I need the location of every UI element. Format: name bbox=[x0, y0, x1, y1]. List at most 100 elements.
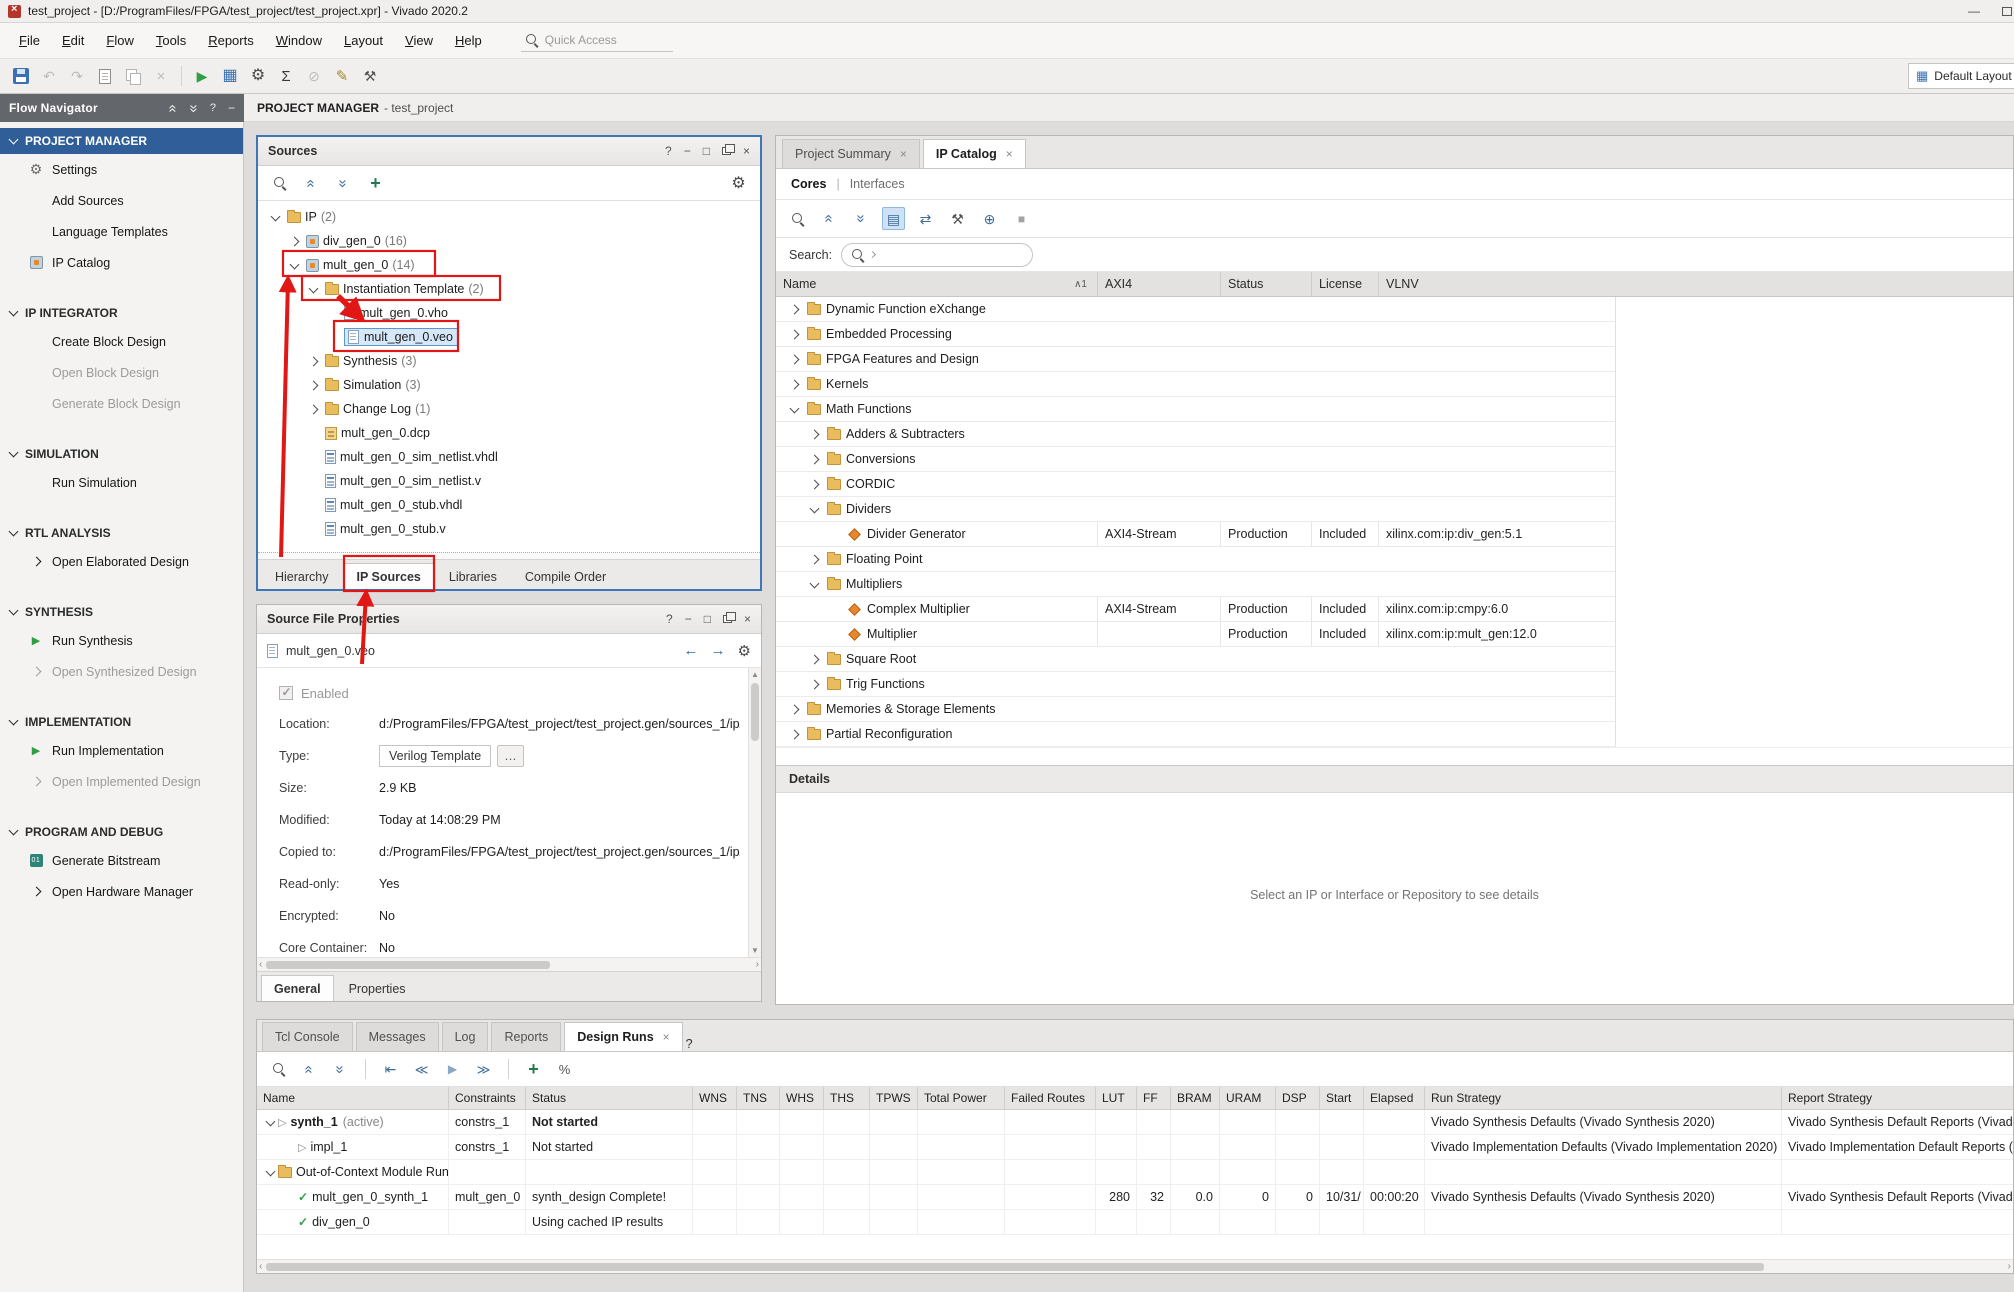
expand-all-icon[interactable]: » bbox=[850, 207, 873, 230]
catalog-row-cordic[interactable]: CORDIC bbox=[776, 472, 1616, 497]
catalog-search-input[interactable] bbox=[841, 243, 1033, 267]
collapse-toggle-icon[interactable] bbox=[266, 1116, 276, 1126]
expand-toggle-icon[interactable] bbox=[810, 679, 820, 689]
catalog-column-vlnv[interactable]: VLNV bbox=[1378, 272, 1616, 296]
tree-item-instantiation-template[interactable]: Instantiation Template(2) bbox=[258, 277, 760, 301]
runs-column-ff[interactable]: FF bbox=[1136, 1087, 1170, 1109]
catalog-row-square-root[interactable]: Square Root bbox=[776, 647, 1616, 672]
globe-icon[interactable]: ⊕ bbox=[978, 207, 1001, 230]
catalog-column-axi4[interactable]: AXI4 bbox=[1097, 272, 1220, 296]
runs-column-whs[interactable]: WHS bbox=[779, 1087, 823, 1109]
undo-icon[interactable]: ↶ bbox=[36, 63, 62, 89]
close-tab-icon[interactable]: × bbox=[1006, 147, 1013, 161]
runs-column-failed-routes[interactable]: Failed Routes bbox=[1004, 1087, 1095, 1109]
scroll-left-icon[interactable]: ‹ bbox=[259, 959, 262, 970]
search-icon[interactable] bbox=[268, 172, 291, 195]
back-arrow-icon[interactable]: ← bbox=[684, 642, 699, 659]
flownav-item-add-sources[interactable]: Add Sources bbox=[0, 185, 243, 216]
gear-icon[interactable]: ⚙ bbox=[245, 63, 271, 89]
runs-column-ths[interactable]: THS bbox=[823, 1087, 869, 1109]
flownav-item-settings[interactable]: ⚙Settings bbox=[0, 154, 243, 185]
flownav-item-create-block-design[interactable]: Create Block Design bbox=[0, 326, 243, 357]
search-icon[interactable] bbox=[786, 207, 809, 230]
menu-view[interactable]: View bbox=[394, 29, 444, 52]
runs-column-total-power[interactable]: Total Power bbox=[917, 1087, 1004, 1109]
catalog-row-multiplier[interactable]: MultiplierProductionIncludedxilinx.com:i… bbox=[776, 622, 1616, 647]
expand-toggle-icon[interactable] bbox=[810, 454, 820, 464]
cancel-icon[interactable]: ⊘ bbox=[301, 63, 327, 89]
first-icon[interactable]: ⇤ bbox=[379, 1058, 402, 1081]
runs-column-constraints[interactable]: Constraints bbox=[448, 1087, 525, 1109]
runs-column-tpws[interactable]: TPWS bbox=[869, 1087, 917, 1109]
scrollbar-thumb[interactable] bbox=[751, 683, 759, 741]
scroll-right-icon[interactable]: › bbox=[2008, 1261, 2011, 1272]
scroll-left-icon[interactable]: ‹ bbox=[259, 1261, 262, 1272]
menu-tools[interactable]: Tools bbox=[145, 29, 197, 52]
scroll-up-icon[interactable]: ▲ bbox=[749, 668, 761, 681]
expand-toggle-icon[interactable] bbox=[790, 379, 800, 389]
tree-item-mult-gen-0-veo[interactable]: mult_gen_0.veo bbox=[258, 325, 760, 349]
catalog-column-status[interactable]: Status bbox=[1220, 272, 1311, 296]
help-icon[interactable]: ? bbox=[210, 102, 216, 114]
tab-libraries[interactable]: Libraries bbox=[436, 563, 510, 589]
collapse-all-icon[interactable]: « bbox=[165, 104, 182, 112]
console-tab-tcl-console[interactable]: Tcl Console bbox=[262, 1022, 353, 1051]
restore-window-button[interactable] bbox=[2002, 7, 2012, 16]
runs-column-elapsed[interactable]: Elapsed bbox=[1363, 1087, 1424, 1109]
expand-toggle-icon[interactable] bbox=[810, 429, 820, 439]
expand-toggle-icon[interactable] bbox=[309, 356, 319, 366]
catalog-row-divider-generator[interactable]: Divider GeneratorAXI4-StreamProductionIn… bbox=[776, 522, 1616, 547]
runs-column-tns[interactable]: TNS bbox=[736, 1087, 779, 1109]
tab-hierarchy[interactable]: Hierarchy bbox=[262, 563, 342, 589]
float-panel-icon[interactable] bbox=[723, 615, 732, 623]
flownav-item-run-implementation[interactable]: ▶Run Implementation bbox=[0, 735, 243, 766]
flownav-header-simulation[interactable]: SIMULATION bbox=[0, 441, 243, 467]
catalog-row-complex-multiplier[interactable]: Complex MultiplierAXI4-StreamProductionI… bbox=[776, 597, 1616, 622]
expand-all-icon[interactable]: » bbox=[329, 1058, 352, 1081]
close-panel-icon[interactable]: × bbox=[744, 612, 751, 626]
design-run-row-impl-1[interactable]: ▷impl_1constrs_1Not startedVivado Implem… bbox=[257, 1135, 2013, 1160]
runs-column-status[interactable]: Status bbox=[525, 1087, 692, 1109]
flownav-item-language-templates[interactable]: Language Templates bbox=[0, 216, 243, 247]
selected-tree-item[interactable]: mult_gen_0.veo bbox=[344, 328, 459, 346]
tab-properties[interactable]: Properties bbox=[336, 975, 419, 1001]
console-horizontal-scrollbar[interactable]: ‹ › bbox=[257, 1259, 2013, 1273]
expand-toggle-icon[interactable] bbox=[790, 329, 800, 339]
expand-toggle-icon[interactable] bbox=[309, 380, 319, 390]
flownav-header-project-manager[interactable]: PROJECT MANAGER bbox=[0, 128, 243, 154]
catalog-row-adders-subtracters[interactable]: Adders & Subtracters bbox=[776, 422, 1616, 447]
delete-icon[interactable]: × bbox=[148, 63, 174, 89]
console-tab-design-runs[interactable]: Design Runs× bbox=[564, 1022, 682, 1051]
catalog-row-partial-reconfiguration[interactable]: Partial Reconfiguration bbox=[776, 722, 1616, 747]
collapse-toggle-icon[interactable] bbox=[810, 578, 820, 588]
browse-button[interactable]: … bbox=[497, 745, 524, 767]
chevron-right-icon[interactable] bbox=[31, 777, 41, 787]
properties-panel-titlebar[interactable]: Source File Properties ?−□× bbox=[257, 605, 761, 634]
help-panel-icon[interactable]: ? bbox=[665, 144, 672, 158]
design-run-row-synth-1[interactable]: ▷synth_1(active)constrs_1Not startedViva… bbox=[257, 1110, 2013, 1135]
minimize-panel-icon[interactable]: − bbox=[685, 612, 692, 626]
flownav-header-implementation[interactable]: IMPLEMENTATION bbox=[0, 709, 243, 735]
expand-all-icon[interactable]: » bbox=[185, 104, 202, 112]
console-tab-reports[interactable]: Reports bbox=[491, 1022, 561, 1051]
expand-all-icon[interactable]: » bbox=[332, 172, 355, 195]
maximize-panel-icon[interactable]: □ bbox=[703, 144, 710, 158]
tab-ip-sources[interactable]: IP Sources bbox=[344, 563, 434, 589]
console-tab-log[interactable]: Log bbox=[442, 1022, 489, 1051]
plus-icon[interactable]: + bbox=[522, 1058, 545, 1081]
type-dropdown[interactable]: Verilog Template bbox=[379, 745, 491, 767]
close-tab-icon[interactable]: × bbox=[900, 147, 907, 161]
help-icon[interactable]: ? bbox=[686, 1037, 693, 1051]
run-icon[interactable]: ▶ bbox=[189, 63, 215, 89]
report-doc-icon[interactable] bbox=[92, 63, 118, 89]
tree-item-mult-gen-0[interactable]: mult_gen_0(14) bbox=[258, 253, 760, 277]
tab-general[interactable]: General bbox=[261, 975, 334, 1001]
flownav-item-open-block-design[interactable]: Open Block Design bbox=[0, 357, 243, 388]
forward-arrow-icon[interactable]: → bbox=[711, 642, 726, 659]
scroll-right-icon[interactable]: › bbox=[756, 959, 759, 970]
scroll-down-icon[interactable]: ▼ bbox=[749, 944, 761, 957]
collapse-toggle-icon[interactable] bbox=[810, 503, 820, 513]
tree-item-ip[interactable]: IP(2) bbox=[258, 205, 760, 229]
expand-toggle-icon[interactable] bbox=[790, 304, 800, 314]
design-run-row-out-of-context-module-runs[interactable]: Out-of-Context Module Runs bbox=[257, 1160, 2013, 1185]
